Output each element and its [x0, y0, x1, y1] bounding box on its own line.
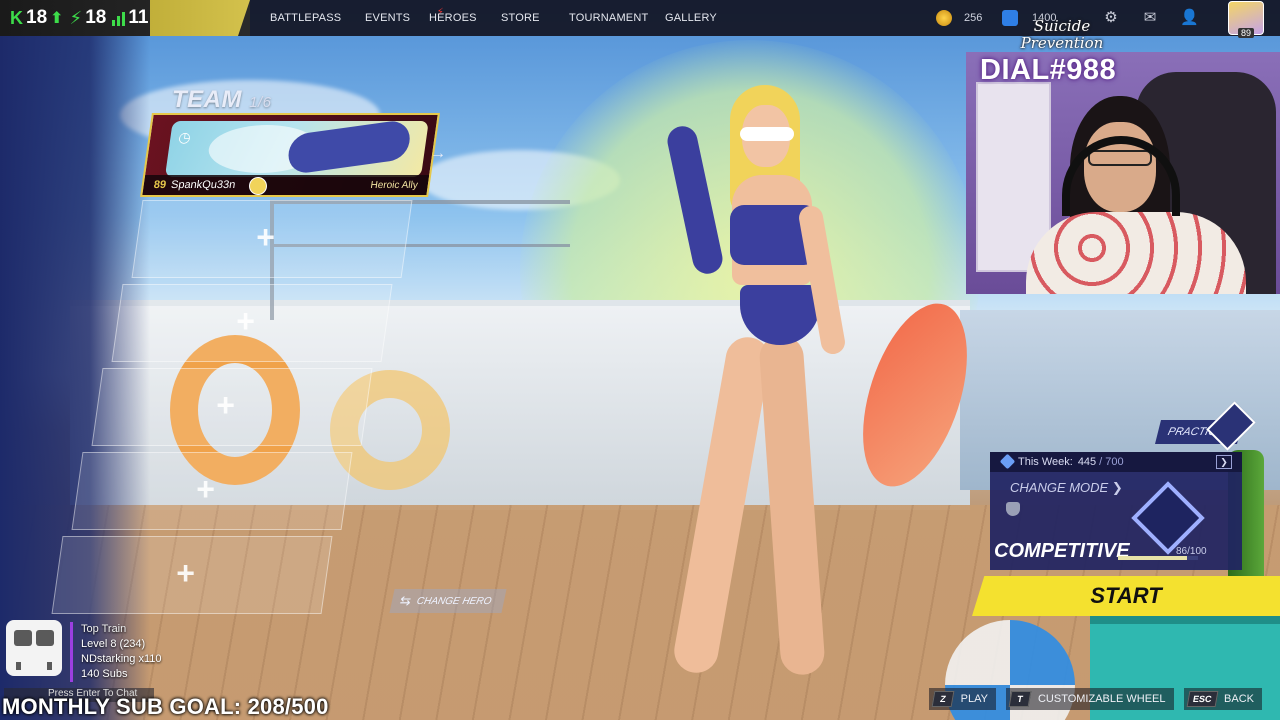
- coin-balance[interactable]: 256: [936, 0, 982, 36]
- weekly-progress: This Week: 445 / 700 ❯: [990, 452, 1242, 472]
- nav-gallery[interactable]: GALLERY: [665, 12, 735, 24]
- assist-count: 18: [85, 7, 107, 28]
- suicide-prevention-text: Suicide Prevention: [1020, 17, 1104, 52]
- key-z: Z: [931, 691, 955, 707]
- week-separator: /: [1099, 456, 1103, 468]
- hint-back[interactable]: ESC BACK: [1183, 688, 1262, 710]
- team-count: 1/6: [249, 94, 272, 111]
- rank-emblem-icon: [1131, 481, 1205, 555]
- hint-play[interactable]: Z PLAY: [928, 688, 996, 710]
- kick-logo-icon: K: [10, 7, 23, 28]
- empty-team-slot[interactable]: +: [71, 452, 353, 530]
- change-hero-button[interactable]: ⇆ CHANGE HERO: [389, 589, 507, 613]
- plus-icon: +: [256, 219, 275, 255]
- change-mode-button[interactable]: CHANGE MODE ❯: [1010, 480, 1123, 496]
- nav-store[interactable]: STORE: [501, 12, 569, 24]
- nav-tournament[interactable]: TOURNAMENT: [569, 12, 665, 24]
- plus-icon: +: [236, 303, 255, 339]
- hype-train-info: Top Train Level 8 (234) NDstarking x110 …: [70, 622, 162, 682]
- team-member-card[interactable]: ◷ 89 SpankQu33n Heroic Ally: [140, 113, 440, 197]
- change-mode-label: CHANGE MODE: [1010, 480, 1109, 495]
- empty-team-slot[interactable]: +: [91, 368, 373, 446]
- coin-icon: [936, 10, 952, 26]
- hero-card-art: [164, 118, 429, 177]
- change-hero-label: CHANGE HERO: [415, 595, 493, 607]
- week-label: This Week:: [1018, 456, 1073, 468]
- hint-play-label: PLAY: [960, 693, 988, 705]
- week-total: 700: [1105, 456, 1124, 468]
- empty-team-slot[interactable]: +: [51, 536, 333, 614]
- main-nav: BATTLEPASS EVENTS ⚡ HEROES STORE TOURNAME…: [270, 0, 735, 36]
- plus-icon: +: [216, 387, 235, 423]
- train-level: Level 8 (234): [81, 638, 146, 650]
- hint-customizable-wheel[interactable]: T CUSTOMIZABLE WHEEL: [1005, 688, 1174, 710]
- rank-progress-text: 86/100: [1176, 546, 1207, 557]
- empty-team-slot[interactable]: +: [131, 200, 413, 278]
- hint-wheel-label: CUSTOMIZABLE WHEEL: [1037, 693, 1166, 705]
- team-heading: TEAM 1/6: [172, 86, 272, 114]
- profile-level: 89: [1238, 28, 1255, 38]
- coin-amount: 256: [964, 12, 983, 24]
- start-button[interactable]: START: [972, 576, 1280, 616]
- mail-icon[interactable]: ✉: [1141, 9, 1159, 27]
- plus-icon: +: [196, 471, 215, 507]
- lightning-icon: ⚡: [69, 7, 83, 28]
- empty-team-slot[interactable]: +: [111, 284, 393, 362]
- webcam-feed: [966, 52, 1280, 294]
- start-label: START: [1090, 583, 1162, 608]
- arrow-up-icon: ⬆: [50, 10, 64, 27]
- key-t: T: [1008, 691, 1032, 707]
- nav-events[interactable]: EVENTS ⚡: [365, 7, 444, 24]
- nav-battlepass[interactable]: BATTLEPASS: [270, 12, 365, 24]
- selected-hero-character: [660, 85, 890, 695]
- swap-arrows-icon: ⇆: [398, 593, 413, 608]
- team-title: TEAM: [172, 86, 242, 113]
- home-tab-highlight[interactable]: ME: [150, 0, 250, 36]
- kick-stat: K 18 ⬆: [10, 7, 64, 29]
- train-title: Top Train: [81, 623, 127, 635]
- plus-icon: +: [176, 555, 195, 591]
- train-subs: 140 Subs: [81, 668, 128, 680]
- monthly-sub-goal: MONTHLY SUB GOAL: 208/500: [2, 694, 329, 719]
- hint-back-label: BACK: [1224, 693, 1254, 705]
- chevron-right-icon[interactable]: ❯: [1216, 455, 1232, 469]
- stream-stats: ME K 18 ⬆ ⚡ 18 11: [0, 0, 250, 36]
- nav-heroes[interactable]: HEROES: [429, 12, 501, 24]
- dial-number-text: DIAL#988: [980, 54, 1117, 86]
- member-name: SpankQu33n: [170, 179, 237, 191]
- train-icon: [6, 620, 62, 676]
- hero-card-footer: 89 SpankQu33n Heroic Ally: [142, 175, 430, 195]
- signal-stat: 11: [112, 7, 148, 29]
- member-mini-avatar: [249, 177, 267, 195]
- nav-events-label: EVENTS: [365, 12, 411, 24]
- week-progress: 445: [1077, 456, 1097, 468]
- chevron-right-icon: ❯: [1111, 480, 1123, 495]
- clock-icon: ◷: [177, 129, 192, 145]
- member-level: 89: [152, 179, 167, 191]
- exit-team-icon[interactable]: →: [430, 145, 446, 163]
- key-hints: Z PLAY T CUSTOMIZABLE WHEEL ESC BACK: [928, 688, 1262, 710]
- train-top-sub: NDstarking x110: [81, 653, 162, 665]
- kick-count: 18: [26, 7, 48, 28]
- key-esc: ESC: [1186, 691, 1218, 707]
- shield-icon: [1006, 502, 1020, 516]
- game-mode-panel: This Week: 445 / 700 ❯ CHANGE MODE ❯ COM…: [990, 452, 1242, 570]
- signal-bars-icon: [112, 10, 126, 26]
- friends-icon[interactable]: 👤: [1180, 9, 1199, 27]
- member-tag: Heroic Ally: [369, 179, 419, 191]
- mode-name: COMPETITIVE: [994, 540, 1130, 562]
- signal-count: 11: [128, 7, 149, 28]
- assist-stat: ⚡ 18: [70, 7, 107, 29]
- weekly-star-icon: [999, 453, 1016, 470]
